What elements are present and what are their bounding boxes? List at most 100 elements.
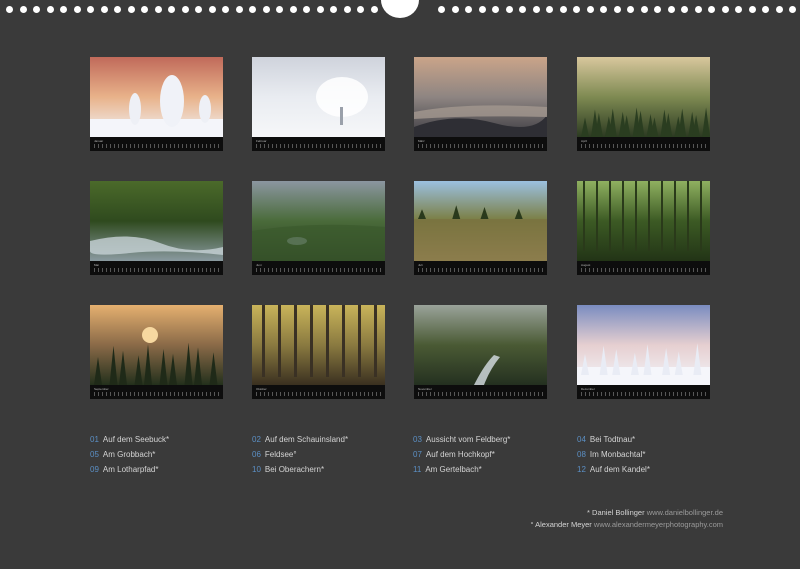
scene-shape <box>160 75 184 127</box>
day-grid <box>94 392 219 396</box>
credit-url: www.alexandermeyerphotography.com <box>593 520 723 529</box>
scene-shape <box>661 181 663 251</box>
landscape-photo <box>252 57 385 137</box>
scene-shape <box>94 357 102 385</box>
day-grid <box>94 144 219 148</box>
binding-ring <box>330 6 337 13</box>
binding-ring <box>181 6 189 13</box>
month-tile: November <box>414 305 547 399</box>
scene-shape <box>144 344 152 385</box>
landscape-photo <box>90 181 223 261</box>
day-grid <box>256 392 381 396</box>
month-label: August <box>581 263 591 267</box>
legend-location: Auf dem Hochkopf* <box>425 450 495 459</box>
legend-item: 03 Aussicht vom Feldberg* <box>413 435 510 444</box>
scene-shape <box>630 352 639 375</box>
legend-item: 05 Am Grobbach* <box>90 450 155 459</box>
binding-ring <box>559 6 567 13</box>
scene-shape <box>142 327 158 343</box>
binding-ring <box>721 6 729 13</box>
landscape-photo <box>577 57 710 137</box>
legend-item: 01 Auf dem Seebuck* <box>90 435 169 444</box>
scene-shape <box>310 305 313 377</box>
binding-ring <box>127 6 135 13</box>
binding-ring <box>573 6 580 13</box>
scene-shape <box>687 181 689 251</box>
month-tile: Januar <box>90 57 223 151</box>
month-tile: September <box>90 305 223 399</box>
scene-shape <box>418 209 426 219</box>
month-label: Oktober <box>256 387 267 391</box>
scene-shape <box>414 105 547 119</box>
calendar-strip: April <box>577 137 710 151</box>
scene-silhouette <box>474 355 500 385</box>
month-label: September <box>94 387 109 391</box>
binding-ring <box>168 6 175 13</box>
binding-ring <box>654 6 661 13</box>
scene-shape <box>693 343 702 375</box>
binding-ring <box>492 6 499 13</box>
scene-shape <box>480 206 489 219</box>
scene-shape <box>596 181 598 251</box>
calendar-strip: September <box>90 385 223 399</box>
binding-ring <box>762 6 769 13</box>
month-label: Januar <box>94 139 104 143</box>
scene-silhouette <box>414 105 547 137</box>
landscape-photo <box>414 57 547 137</box>
binding-ring <box>222 6 229 13</box>
binding-ring <box>532 6 540 13</box>
calendar-strip: Januar <box>90 137 223 151</box>
binding-ring <box>114 6 121 13</box>
scene-silhouette <box>581 107 710 137</box>
legend-number: 04 <box>577 435 586 444</box>
binding-ring <box>249 6 256 13</box>
legend-location: Auf dem Seebuck* <box>102 435 170 444</box>
credit-line-2: ° Alexander Meyer www.alexandermeyerphot… <box>530 519 723 531</box>
landscape-photo <box>90 57 223 137</box>
calendar-strip: Mai <box>90 261 223 275</box>
scene-silhouette <box>414 205 547 261</box>
binding-ring <box>60 6 67 13</box>
scene-shape <box>609 181 611 251</box>
scene-silhouette <box>316 77 368 125</box>
legend-item: 09 Am Lotharpfad* <box>90 465 159 474</box>
scene-shape <box>262 305 265 377</box>
binding-ring <box>613 6 621 13</box>
calendar-strip: Dezember <box>577 385 710 399</box>
legend-item: 11 Am Gertelbach* <box>413 465 482 474</box>
scene-shape <box>514 208 523 219</box>
binding-ring <box>154 6 162 13</box>
legend-number: 08 <box>577 450 586 459</box>
day-grid <box>581 144 706 148</box>
calendar-strip: August <box>577 261 710 275</box>
legend-item: 06 Feldsee° <box>252 450 297 459</box>
legend-location: Aussicht vom Feldberg* <box>425 435 511 444</box>
month-tile: Juli <box>414 181 547 275</box>
binding-ring <box>627 6 634 13</box>
binding-ring <box>600 6 607 13</box>
binding-ring <box>694 6 702 13</box>
landscape-photo <box>252 181 385 261</box>
scene-shape <box>90 236 223 255</box>
binding-ring <box>681 6 688 13</box>
legend-location: Am Lotharpfad* <box>102 465 159 474</box>
scene-silhouette <box>252 224 385 261</box>
binding-ring <box>46 6 54 13</box>
legend-location: Am Gertelbach* <box>425 465 482 474</box>
landscape-photo <box>577 181 710 261</box>
scene-shape <box>169 353 177 385</box>
legend-number: 12 <box>577 465 586 474</box>
month-tile: März <box>414 57 547 151</box>
scene-shape <box>278 305 281 377</box>
binding-ring <box>708 6 715 13</box>
binding-ring <box>478 6 486 13</box>
scene-shape <box>700 181 702 251</box>
scene-shape <box>674 181 676 251</box>
legend-location: Bei Todtnau* <box>589 435 636 444</box>
calendar-strip: November <box>414 385 547 399</box>
month-label: Juni <box>256 263 262 267</box>
day-grid <box>94 268 219 272</box>
landscape-photo <box>577 305 710 385</box>
scene-shape <box>648 181 650 251</box>
month-label: November <box>418 387 432 391</box>
